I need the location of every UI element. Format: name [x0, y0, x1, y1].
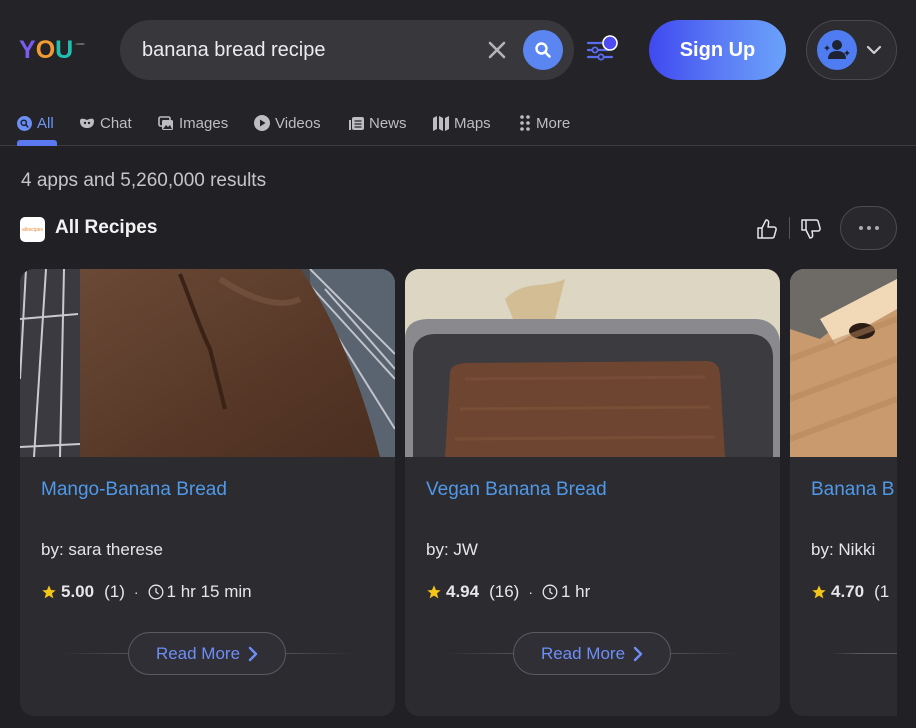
recipe-rating: 4.70 — [831, 582, 865, 601]
search-icon — [535, 42, 551, 58]
tab-label: More — [536, 114, 571, 132]
logo-letter-y: Y — [19, 36, 36, 64]
vote-divider — [789, 217, 790, 239]
user-sparkle-icon — [824, 40, 850, 59]
close-icon — [488, 41, 506, 59]
recipe-meta: 4.70 (1 — [811, 581, 889, 603]
tab-all[interactable]: All — [17, 112, 54, 134]
logo-letter-u: U — [55, 36, 74, 64]
tab-news[interactable]: News — [349, 112, 407, 134]
app-section-header: allrecipes All Recipes — [20, 206, 900, 250]
star-icon — [812, 585, 826, 599]
thumbs-up-button[interactable] — [756, 218, 780, 242]
tab-more[interactable]: More — [519, 112, 570, 134]
recipe-title-link[interactable]: Vegan Banana Bread — [426, 479, 607, 501]
more-options-button[interactable] — [840, 206, 897, 250]
recipe-rating: 4.94 — [446, 582, 480, 601]
top-bar: Y O U .com Sign Up — [0, 0, 916, 100]
recipe-meta: 5.00 (1) · 1 hr 15 min — [41, 581, 252, 603]
star-icon — [427, 585, 441, 599]
search-icon — [17, 115, 32, 131]
active-tab-indicator — [17, 140, 57, 146]
chevron-right-icon — [633, 646, 643, 661]
thumbs-down-icon — [801, 219, 821, 239]
tab-label: All — [37, 114, 54, 132]
recipe-image[interactable] — [20, 269, 395, 457]
tab-label: Videos — [275, 114, 321, 132]
read-more-button[interactable]: Read More — [128, 632, 286, 675]
tab-images[interactable]: Images — [158, 112, 228, 134]
banana-bread-on-rack-image — [20, 269, 395, 457]
search-settings-button[interactable] — [586, 35, 622, 65]
clock-icon — [148, 584, 163, 600]
read-more-label: Read More — [155, 643, 241, 663]
allrecipes-logo: allrecipes — [20, 217, 45, 242]
recipe-meta: 4.94 (16) · 1 hr — [426, 581, 590, 603]
logo-suffix: .com — [75, 41, 85, 46]
search-input[interactable] — [142, 36, 472, 64]
cook-time: 1 hr 15 min — [166, 582, 252, 601]
tab-label: News — [369, 114, 407, 132]
dot — [866, 226, 871, 230]
logo-letter-o: O — [35, 36, 56, 64]
tab-chat[interactable]: Chat — [79, 112, 132, 134]
recipe-title-link[interactable]: Banana B — [811, 479, 894, 501]
recipe-image[interactable] — [790, 269, 897, 457]
star-icon — [42, 585, 56, 599]
avatar — [817, 30, 857, 70]
recipe-card[interactable]: Banana B by: Nikki 4.70 (1 — [790, 269, 897, 716]
recipe-author: by: sara therese — [41, 540, 163, 559]
grid-dots-icon — [520, 115, 530, 131]
dot — [874, 226, 879, 230]
sliders-icon — [586, 35, 618, 61]
recipe-author: by: Nikki — [811, 540, 876, 559]
search-tabs: All Chat Images Videos News Maps More — [0, 100, 916, 146]
app-title: All Recipes — [55, 217, 158, 238]
play-icon — [254, 115, 270, 131]
news-icon — [349, 116, 364, 130]
chat-icon — [80, 118, 94, 128]
thumbs-up-icon — [757, 219, 777, 239]
review-count: (1) — [104, 582, 125, 601]
separator-dot: · — [528, 584, 533, 600]
review-count: (1 — [874, 582, 890, 601]
recipe-image[interactable] — [405, 269, 780, 457]
search-bar — [120, 20, 574, 80]
tab-videos[interactable]: Videos — [254, 112, 321, 134]
app-logo-text: allrecipes — [21, 226, 44, 233]
sign-up-button[interactable]: Sign Up — [649, 20, 786, 80]
images-icon — [158, 115, 173, 130]
recipe-author: by: JW — [426, 540, 478, 559]
tab-label: Chat — [100, 114, 132, 132]
cutting-board-image — [790, 269, 897, 457]
read-more-label: Read More — [540, 643, 626, 663]
recipe-rating: 5.00 — [61, 582, 95, 601]
clock-icon — [542, 584, 558, 600]
tab-label: Images — [179, 114, 229, 132]
recipe-title-link[interactable]: Mango-Banana Bread — [41, 479, 227, 501]
cook-time: 1 hr — [561, 582, 591, 601]
divider-line — [830, 653, 897, 654]
banana-bread-in-pan-image — [405, 269, 780, 457]
thumbs-down-button[interactable] — [800, 218, 824, 242]
you-logo[interactable]: Y O U .com — [19, 36, 85, 64]
recipe-card[interactable]: Mango-Banana Bread by: sara therese 5.00… — [20, 269, 395, 716]
map-icon — [433, 115, 449, 131]
review-count: (16) — [489, 582, 520, 601]
tab-maps[interactable]: Maps — [433, 112, 491, 134]
dot — [858, 226, 863, 230]
account-menu-button[interactable] — [806, 20, 897, 80]
tab-label: Maps — [454, 114, 491, 132]
search-button[interactable] — [523, 30, 563, 70]
recipe-card[interactable]: Vegan Banana Bread by: JW 4.94 (16) · 1 … — [405, 269, 780, 716]
results-count: 4 apps and 5,260,000 results — [21, 170, 267, 191]
separator-dot: · — [133, 584, 139, 600]
clear-search-button[interactable] — [484, 37, 510, 63]
read-more-button[interactable]: Read More — [513, 632, 671, 675]
chevron-right-icon — [248, 646, 258, 661]
chevron-down-icon — [866, 45, 882, 55]
